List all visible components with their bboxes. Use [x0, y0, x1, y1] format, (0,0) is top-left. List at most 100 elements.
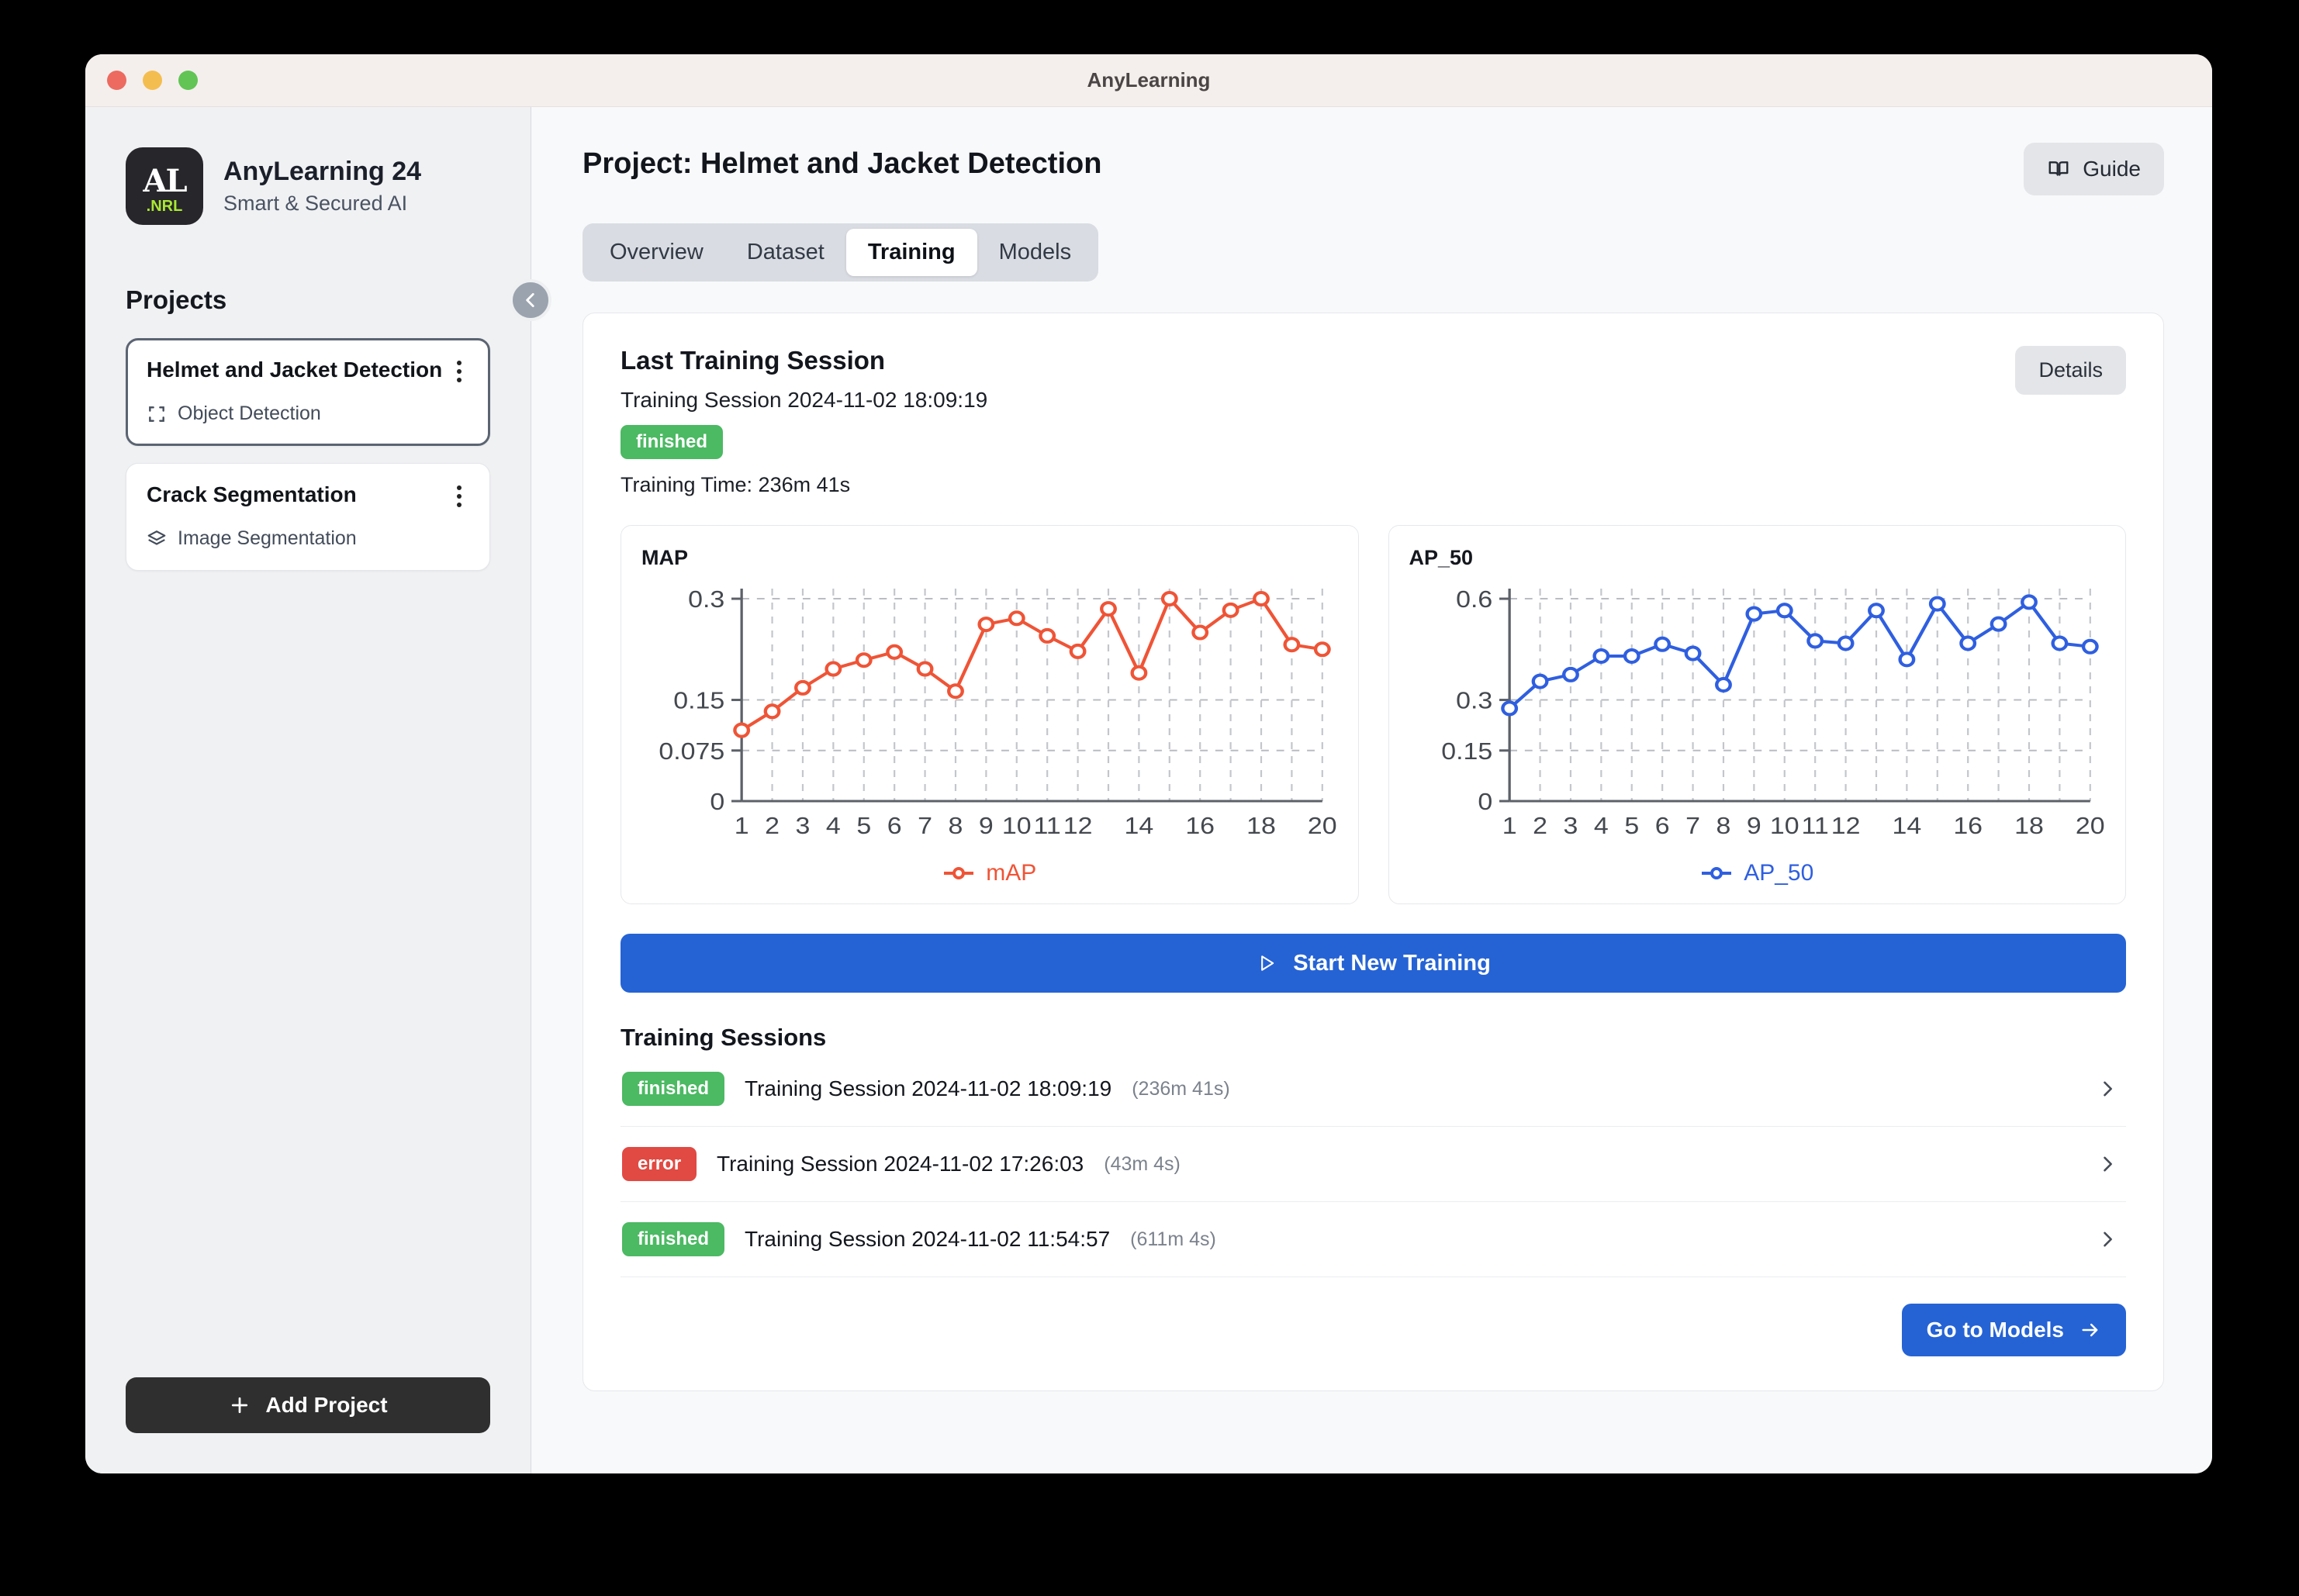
project-type-label: Object Detection	[178, 402, 321, 424]
logo-sub-text: .NRL	[146, 198, 183, 215]
session-duration: (236m 41s)	[1132, 1077, 1230, 1100]
projects-heading: Projects	[126, 285, 227, 314]
window-body: AL .NRL AnyLearning 24 Smart & Secured A…	[85, 107, 2212, 1473]
status-badge: finished	[622, 1222, 725, 1256]
svg-text:20: 20	[1308, 812, 1337, 838]
add-project-label: Add Project	[265, 1393, 388, 1417]
svg-text:9: 9	[979, 812, 994, 838]
svg-text:5: 5	[856, 812, 871, 838]
svg-text:16: 16	[1953, 812, 1983, 838]
tab-dataset[interactable]: Dataset	[725, 229, 846, 276]
svg-text:12: 12	[1063, 812, 1093, 838]
app-window: AnyLearning AL .NRL AnyLearning 24 Smart…	[85, 54, 2212, 1473]
ap50-chart-card: AP_50 0 0.15 0.3 0.6 1 2 3 4 5 6 7 8 9 10 11 12 14 16 18 20…	[1388, 525, 2126, 904]
sidebar-item-crack-segmentation[interactable]: Crack Segmentation Image Segmentation	[126, 463, 490, 571]
map-chart: 00.0750.150.31 2 3 4 5 6 7 8 9 10 11 12 14 16 18 20	[659, 586, 1337, 838]
crop-frame-icon	[149, 406, 164, 422]
svg-text:0: 0	[710, 788, 724, 814]
map-chart-title: MAP	[641, 546, 688, 569]
book-icon	[2048, 161, 2069, 176]
svg-text:0.3: 0.3	[1456, 687, 1492, 713]
window-title: AnyLearning	[1087, 68, 1211, 92]
svg-text:6: 6	[887, 812, 902, 838]
tab-training[interactable]: Training	[845, 229, 977, 276]
table-row[interactable]: finished Training Session 2024-11-02 11:…	[621, 1202, 2126, 1277]
last-session-name: Training Session 2024-11-02 18:09:19	[621, 388, 988, 412]
svg-text:0.15: 0.15	[1441, 738, 1492, 764]
tab-bar: Overview Dataset Training Models	[583, 223, 1099, 282]
project-menu-icon[interactable]	[449, 482, 469, 510]
start-new-training-label: Start New Training	[1293, 950, 1491, 976]
project-list: Helmet and Jacket Detection Object Detec…	[126, 338, 490, 571]
svg-text:0.3: 0.3	[688, 586, 724, 612]
svg-text:4: 4	[826, 812, 841, 838]
tab-overview[interactable]: Overview	[588, 229, 725, 276]
sidebar-item-helmet-and-jacket-detection[interactable]: Helmet and Jacket Detection Object Detec…	[126, 338, 490, 446]
session-duration: (43m 4s)	[1104, 1152, 1181, 1175]
svg-text:18: 18	[2014, 812, 2044, 838]
svg-text:8: 8	[1716, 812, 1730, 838]
training-time: Training Time: 236m 41s	[621, 473, 851, 496]
details-button[interactable]: Details	[2015, 346, 2126, 395]
svg-text:2: 2	[1533, 812, 1547, 838]
go-to-models-label: Go to Models	[1926, 1318, 2064, 1342]
project-card-header: Crack Segmentation	[147, 482, 469, 510]
chevron-left-icon	[526, 293, 534, 307]
svg-text:9: 9	[1746, 812, 1761, 838]
tab-models[interactable]: Models	[977, 229, 1094, 276]
add-project-button[interactable]: Add Project	[126, 1377, 490, 1433]
guide-label: Guide	[2083, 157, 2141, 181]
svg-text:0.6: 0.6	[1456, 586, 1492, 612]
chevron-right-icon[interactable]	[2097, 1078, 2118, 1100]
legend-marker-icon	[944, 867, 974, 879]
last-session-status-wrap: finished	[621, 425, 987, 459]
ap50-chart-legend: AP_50	[1409, 860, 2106, 886]
training-sessions-heading: Training Sessions	[621, 1024, 827, 1051]
metric-charts: MAP 0 0.075 0.15 0.3 1 2 3 4 5 6 7 8 9 10 11 12 14 16 18 20…	[621, 525, 2126, 904]
brand-subtitle: Smart & Secured AI	[223, 192, 408, 215]
guide-button[interactable]: Guide	[2024, 143, 2164, 195]
project-type: Object Detection	[147, 402, 469, 425]
svg-text:6: 6	[1654, 812, 1669, 838]
table-row[interactable]: error Training Session 2024-11-02 17:26:…	[621, 1127, 2126, 1202]
brand: AL .NRL AnyLearning 24 Smart & Secured A…	[126, 147, 490, 225]
legend-marker-icon	[1702, 867, 1732, 879]
go-to-models-button[interactable]: Go to Models	[1901, 1304, 2126, 1356]
project-name: Crack Segmentation	[147, 482, 357, 506]
brand-text: AnyLearning 24 Smart & Secured AI	[223, 157, 421, 216]
ap50-legend-label: AP_50	[1744, 860, 1814, 886]
svg-text:18: 18	[1246, 812, 1276, 838]
svg-text:11: 11	[1034, 812, 1061, 838]
svg-text:1: 1	[1502, 812, 1516, 838]
session-name: Training Session 2024-11-02 17:26:03	[717, 1152, 1084, 1176]
window-titlebar: AnyLearning	[85, 54, 2212, 107]
svg-text:20: 20	[2075, 812, 2104, 838]
project-menu-icon[interactable]	[449, 358, 469, 385]
session-name: Training Session 2024-11-02 11:54:57	[745, 1227, 1111, 1251]
svg-text:0.15: 0.15	[673, 687, 724, 713]
svg-text:3: 3	[796, 812, 811, 838]
svg-text:1: 1	[735, 812, 749, 838]
table-row[interactable]: finished Training Session 2024-11-02 18:…	[621, 1052, 2126, 1127]
chevron-right-icon[interactable]	[2097, 1153, 2118, 1175]
svg-text:11: 11	[1801, 812, 1828, 838]
start-new-training-button[interactable]: Start New Training	[621, 934, 2126, 993]
last-session-info: Last Training Session Training Session 2…	[621, 346, 987, 497]
svg-text:7: 7	[918, 812, 932, 838]
status-badge: error	[622, 1147, 697, 1181]
map-chart-card: MAP 0 0.075 0.15 0.3 1 2 3 4 5 6 7 8 9 10 11 12 14 16 18 20…	[621, 525, 1359, 904]
app-logo-icon: AL .NRL	[126, 147, 203, 225]
svg-text:14: 14	[1125, 812, 1154, 838]
svg-text:7: 7	[1685, 812, 1700, 838]
svg-text:10: 10	[1769, 812, 1799, 838]
main-header: Project: Helmet and Jacket Detection Gui…	[583, 143, 2164, 195]
session-name: Training Session 2024-11-02 18:09:19	[745, 1076, 1112, 1100]
page-title: Project: Helmet and Jacket Detection	[583, 147, 1102, 180]
chevron-right-icon[interactable]	[2097, 1228, 2118, 1250]
svg-text:5: 5	[1624, 812, 1639, 838]
play-icon	[1261, 955, 1274, 971]
svg-text:0: 0	[1478, 788, 1492, 814]
layers-icon	[147, 530, 166, 545]
sidebar-collapse-button[interactable]	[510, 279, 551, 321]
svg-text:0.075: 0.075	[659, 738, 724, 764]
